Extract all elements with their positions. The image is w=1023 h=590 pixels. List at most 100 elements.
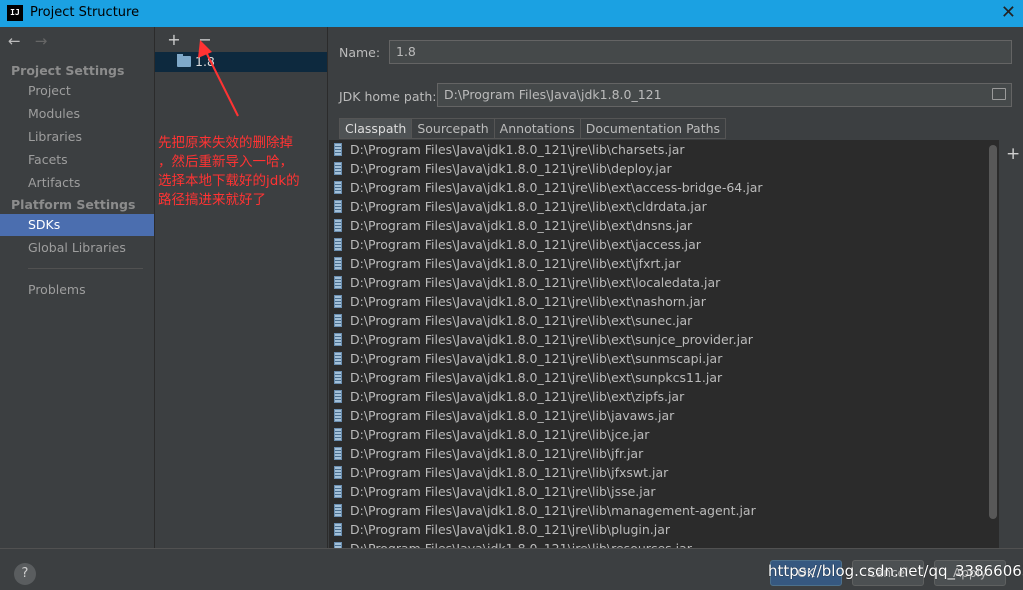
classpath-row[interactable]: D:\Program Files\Java\jdk1.8.0_121\jre\l… xyxy=(329,178,999,197)
classpath-path: D:\Program Files\Java\jdk1.8.0_121\jre\l… xyxy=(350,161,672,176)
jar-icon xyxy=(334,428,342,441)
classpath-row[interactable]: D:\Program Files\Java\jdk1.8.0_121\jre\l… xyxy=(329,406,999,425)
jar-icon xyxy=(334,238,342,251)
jar-icon xyxy=(334,162,342,175)
classpath-path: D:\Program Files\Java\jdk1.8.0_121\jre\l… xyxy=(350,199,707,214)
classpath-path: D:\Program Files\Java\jdk1.8.0_121\jre\l… xyxy=(350,275,721,290)
classpath-row[interactable]: D:\Program Files\Java\jdk1.8.0_121\jre\l… xyxy=(329,254,999,273)
jar-icon xyxy=(334,295,342,308)
sdk-item[interactable]: 1.8 xyxy=(155,52,327,72)
sdk-toolbar: + − xyxy=(161,30,218,49)
jar-icon xyxy=(334,219,342,232)
add-icon[interactable]: + xyxy=(161,30,187,49)
back-arrow-icon[interactable]: ← xyxy=(8,32,30,50)
sidebar-divider xyxy=(28,268,143,269)
sidebar-item-sdks[interactable]: SDKs xyxy=(0,214,154,236)
sidebar-item-project[interactable]: Project xyxy=(0,80,154,102)
jdk-home-label: JDK home path: xyxy=(339,89,437,104)
sidebar-item-libraries[interactable]: Libraries xyxy=(0,126,154,148)
jar-icon xyxy=(334,181,342,194)
classpath-row[interactable]: D:\Program Files\Java\jdk1.8.0_121\jre\l… xyxy=(329,444,999,463)
classpath-path: D:\Program Files\Java\jdk1.8.0_121\jre\l… xyxy=(350,256,681,271)
tab-classpath[interactable]: Classpath xyxy=(339,118,413,139)
classpath-path: D:\Program Files\Java\jdk1.8.0_121\jre\l… xyxy=(350,370,723,385)
sidebar-item-artifacts[interactable]: Artifacts xyxy=(0,172,154,194)
jar-icon xyxy=(334,466,342,479)
annotation-text: 先把原来失效的删除掉 ，然后重新导入一哈， 选择本地下载好的jdk的 路径搞进来… xyxy=(158,134,330,210)
classpath-row[interactable]: D:\Program Files\Java\jdk1.8.0_121\jre\l… xyxy=(329,140,999,159)
jar-icon xyxy=(334,314,342,327)
classpath-row[interactable]: D:\Program Files\Java\jdk1.8.0_121\jre\l… xyxy=(329,311,999,330)
classpath-list[interactable]: D:\Program Files\Java\jdk1.8.0_121\jre\l… xyxy=(329,140,999,548)
classpath-row[interactable]: D:\Program Files\Java\jdk1.8.0_121\jre\l… xyxy=(329,330,999,349)
classpath-row[interactable]: D:\Program Files\Java\jdk1.8.0_121\jre\l… xyxy=(329,387,999,406)
classpath-row[interactable]: D:\Program Files\Java\jdk1.8.0_121\jre\l… xyxy=(329,235,999,254)
dialog-footer: ? OK Cancel Apply https://blog.csdn.net/… xyxy=(0,548,1023,590)
jar-icon xyxy=(334,504,342,517)
classpath-path: D:\Program Files\Java\jdk1.8.0_121\jre\l… xyxy=(350,522,671,537)
classpath-row[interactable]: D:\Program Files\Java\jdk1.8.0_121\jre\l… xyxy=(329,273,999,292)
classpath-path: D:\Program Files\Java\jdk1.8.0_121\jre\l… xyxy=(350,218,693,233)
classpath-row[interactable]: D:\Program Files\Java\jdk1.8.0_121\jre\l… xyxy=(329,197,999,216)
classpath-path: D:\Program Files\Java\jdk1.8.0_121\jre\l… xyxy=(350,541,692,548)
forward-arrow-icon[interactable]: → xyxy=(35,32,57,50)
classpath-row[interactable]: D:\Program Files\Java\jdk1.8.0_121\jre\l… xyxy=(329,520,999,539)
classpath-path: D:\Program Files\Java\jdk1.8.0_121\jre\l… xyxy=(350,503,756,518)
remove-icon[interactable]: − xyxy=(192,30,218,49)
project-settings-header: Project Settings xyxy=(11,63,125,78)
classpath-row[interactable]: D:\Program Files\Java\jdk1.8.0_121\jre\l… xyxy=(329,349,999,368)
name-field[interactable]: 1.8 xyxy=(389,40,1012,64)
jar-icon xyxy=(334,447,342,460)
classpath-row[interactable]: D:\Program Files\Java\jdk1.8.0_121\jre\l… xyxy=(329,425,999,444)
jar-icon xyxy=(334,257,342,270)
settings-sidebar: ← → Project Settings Project Modules Lib… xyxy=(0,27,155,548)
classpath-row[interactable]: D:\Program Files\Java\jdk1.8.0_121\jre\l… xyxy=(329,292,999,311)
classpath-path: D:\Program Files\Java\jdk1.8.0_121\jre\l… xyxy=(350,484,656,499)
help-icon[interactable]: ? xyxy=(14,563,36,585)
name-label: Name: xyxy=(339,45,381,60)
jar-icon xyxy=(334,409,342,422)
classpath-path: D:\Program Files\Java\jdk1.8.0_121\jre\l… xyxy=(350,389,685,404)
classpath-path: D:\Program Files\Java\jdk1.8.0_121\jre\l… xyxy=(350,294,706,309)
tab-annotations[interactable]: Annotations xyxy=(494,118,581,139)
classpath-row[interactable]: D:\Program Files\Java\jdk1.8.0_121\jre\l… xyxy=(329,159,999,178)
sidebar-item-facets[interactable]: Facets xyxy=(0,149,154,171)
classpath-path: D:\Program Files\Java\jdk1.8.0_121\jre\l… xyxy=(350,332,753,347)
browse-folder-icon[interactable] xyxy=(992,88,1006,100)
annotation-line: 选择本地下载好的jdk的 xyxy=(158,173,300,189)
watermark-text: https://blog.csdn.net/qq_33866063 xyxy=(768,562,1023,580)
jar-icon xyxy=(334,371,342,384)
classpath-path: D:\Program Files\Java\jdk1.8.0_121\jre\l… xyxy=(350,180,763,195)
jar-icon xyxy=(334,200,342,213)
window-title: Project Structure xyxy=(30,5,140,20)
sdk-item-label: 1.8 xyxy=(195,54,215,69)
classpath-row[interactable]: D:\Program Files\Java\jdk1.8.0_121\jre\l… xyxy=(329,368,999,387)
jdk-home-path-value: D:\Program Files\Java\jdk1.8.0_121 xyxy=(444,87,662,102)
sidebar-item-problems[interactable]: Problems xyxy=(0,279,154,301)
classpath-row[interactable]: D:\Program Files\Java\jdk1.8.0_121\jre\l… xyxy=(329,539,999,548)
sdk-list-panel: + − 1.8 xyxy=(155,27,328,548)
classpath-path: D:\Program Files\Java\jdk1.8.0_121\jre\l… xyxy=(350,408,675,423)
folder-icon xyxy=(177,54,191,67)
annotation-line: 路径搞进来就好了 xyxy=(158,192,266,208)
tab-documentation-paths[interactable]: Documentation Paths xyxy=(580,118,727,139)
classpath-row[interactable]: D:\Program Files\Java\jdk1.8.0_121\jre\l… xyxy=(329,501,999,520)
sdk-tabs: Classpath Sourcepath Annotations Documen… xyxy=(339,118,727,139)
classpath-row[interactable]: D:\Program Files\Java\jdk1.8.0_121\jre\l… xyxy=(329,216,999,235)
nav-arrows: ← → xyxy=(8,32,57,50)
sidebar-item-modules[interactable]: Modules xyxy=(0,103,154,125)
jar-icon xyxy=(334,485,342,498)
classpath-row[interactable]: D:\Program Files\Java\jdk1.8.0_121\jre\l… xyxy=(329,482,999,501)
jdk-home-path-field[interactable]: D:\Program Files\Java\jdk1.8.0_121 xyxy=(437,83,1012,107)
platform-settings-header: Platform Settings xyxy=(11,197,136,212)
add-path-icon[interactable]: + xyxy=(1006,144,1020,164)
jar-icon xyxy=(334,523,342,536)
classpath-row[interactable]: D:\Program Files\Java\jdk1.8.0_121\jre\l… xyxy=(329,463,999,482)
classpath-path: D:\Program Files\Java\jdk1.8.0_121\jre\l… xyxy=(350,446,644,461)
sidebar-item-global-libraries[interactable]: Global Libraries xyxy=(0,237,154,259)
scrollbar[interactable] xyxy=(989,145,997,519)
classpath-path: D:\Program Files\Java\jdk1.8.0_121\jre\l… xyxy=(350,351,723,366)
jar-icon xyxy=(334,143,342,156)
tab-sourcepath[interactable]: Sourcepath xyxy=(412,118,495,139)
close-icon[interactable]: ✕ xyxy=(1001,2,1016,23)
